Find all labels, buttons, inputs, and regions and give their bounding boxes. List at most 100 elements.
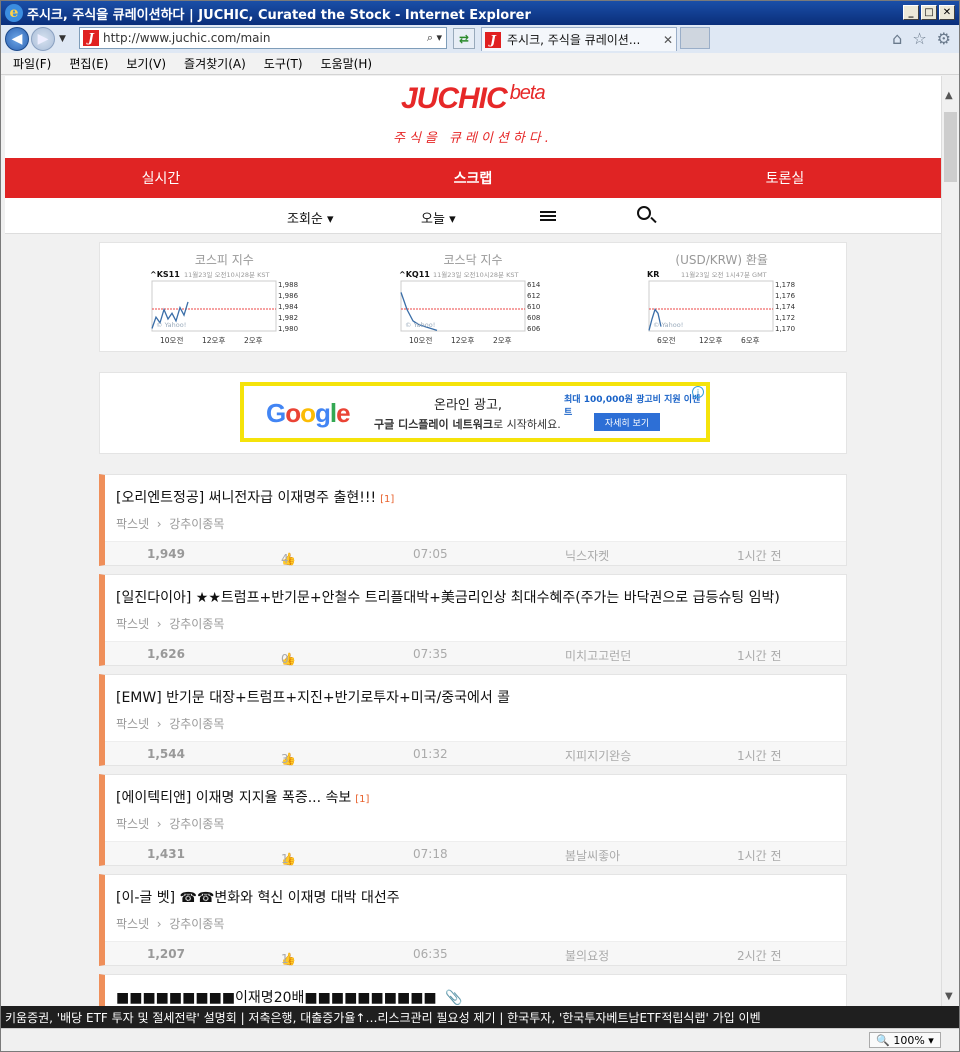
sort-dropdown[interactable]: 조회순 ▾ — [287, 208, 334, 227]
title-bar: e 주시크, 주식을 큐레이션하다 | JUCHIC, Curated the … — [1, 1, 959, 25]
market-x-tick: 10오전 — [160, 335, 183, 345]
market-stamp: 11월23일 오전10시28분 KST — [184, 270, 269, 279]
market-y-tick: 1,984 — [278, 303, 299, 311]
post-board[interactable]: 강추이종목 — [169, 817, 224, 831]
post-author[interactable]: 미치고고런던 — [565, 647, 631, 664]
post-source[interactable]: 팍스넷 — [116, 617, 149, 631]
address-bar[interactable]: J http://www.juchic.com/main ⌕ ▾ — [79, 27, 447, 49]
post-ago: 1시간 전 — [737, 849, 782, 863]
history-dropdown-icon[interactable]: ▼ — [59, 34, 66, 44]
zoom-icon: 🔍 — [876, 1033, 890, 1047]
post-title[interactable]: [일진다이아] ★★트럼프+반기문+안철수 트리플대박+美금리인상 최대수혜주(… — [116, 587, 784, 607]
search-icon[interactable] — [637, 206, 651, 220]
attachment-icon: 📎 — [445, 990, 463, 1006]
post-board[interactable]: 강추이종목 — [169, 517, 224, 531]
scrollbar-thumb[interactable] — [944, 112, 957, 182]
post-title[interactable]: [에이텍티앤] 이재명 지지율 폭증... 속보 [1] — [116, 787, 369, 807]
menu-edit[interactable]: 편집(E) — [69, 55, 108, 72]
close-button[interactable]: ✕ — [939, 5, 955, 20]
tab-label: 주시크, 주식을 큐레이션... — [507, 33, 641, 47]
favorites-star-icon[interactable]: ☆ — [912, 29, 926, 48]
post-views: 1,207 — [147, 947, 185, 961]
post-like-count: 0 — [281, 652, 289, 666]
ad-more-button[interactable]: 자세히 보기 — [594, 413, 660, 431]
post-card[interactable]: [EMW] 반기문 대장+트럼프+지진+반기로투자+미국/중국에서 콜 팍스넷 ›… — [99, 674, 847, 766]
nav-discussion[interactable]: 토론실 — [629, 158, 941, 198]
logo-text: JUCHIC — [401, 82, 508, 115]
post-title[interactable]: [오리엔트정공] 써니전자급 이재명주 출현!!! [1] — [116, 487, 394, 507]
scroll-down-icon[interactable]: ▼ — [945, 991, 953, 1002]
ad-info-icon[interactable]: i — [692, 386, 704, 398]
market-ticker: ^KS11 — [150, 270, 180, 279]
home-icon[interactable]: ⌂ — [892, 29, 902, 48]
post-card[interactable]: [이-글 벳] ☎☎변화와 혁신 이재명 대박 대선주팍스넷 › 강추이종목 1,… — [99, 874, 847, 966]
post-views: 1,626 — [147, 647, 185, 661]
post-source[interactable]: 팍스넷 — [116, 917, 149, 931]
post-title[interactable]: [이-글 벳] ☎☎변화와 혁신 이재명 대박 대선주 — [116, 887, 404, 907]
post-source[interactable]: 팍스넷 — [116, 717, 149, 731]
post-views: 1,544 — [147, 747, 185, 761]
minimize-button[interactable]: _ — [903, 5, 919, 20]
menu-file[interactable]: 파일(F) — [13, 55, 51, 72]
menu-view[interactable]: 보기(V) — [126, 55, 166, 72]
menu-favorites[interactable]: 즐겨찾기(A) — [184, 55, 246, 72]
post-board[interactable]: 강추이종목 — [169, 917, 224, 931]
ad-subline: 구글 디스플레이 네트워크로 시작하세요. — [374, 416, 561, 432]
tab-favicon-icon: J — [485, 31, 501, 48]
url-field[interactable]: http://www.juchic.com/main — [103, 31, 427, 45]
market-y-tick: 1,988 — [278, 281, 298, 289]
post-board[interactable]: 강추이종목 — [169, 617, 224, 631]
compatibility-refresh-button[interactable]: ⇄ — [453, 28, 475, 49]
ad-headline: 온라인 광고, — [434, 398, 503, 413]
sub-nav: 조회순 ▾ 오늘 ▾ — [5, 198, 941, 234]
post-title[interactable]: [EMW] 반기문 대장+트럼프+지진+반기로투자+미국/중국에서 콜 — [116, 687, 514, 707]
post-author[interactable]: 봄날씨좋아 — [565, 847, 620, 864]
tab-close-icon[interactable]: ✕ — [663, 33, 673, 47]
post-category: 팍스넷 › 강추이종목 — [116, 917, 225, 931]
post-source[interactable]: 팍스넷 — [116, 517, 149, 531]
market-y-tick: 606 — [527, 325, 541, 333]
market-chart[interactable]: 코스피 지수 ^KS11 11월23일 오전10시28분 KST © Yahoo! 1,… — [100, 243, 349, 351]
vertical-scrollbar[interactable]: ▲ ▼ — [941, 76, 959, 1006]
zoom-control[interactable]: 🔍 100% ▾ — [869, 1032, 941, 1048]
list-view-icon[interactable] — [540, 209, 556, 223]
period-dropdown[interactable]: 오늘 ▾ — [421, 208, 456, 227]
market-chart[interactable]: 코스닥 지수 ^KQ11 11월23일 오전10시28분 KST © Yahoo! 61… — [349, 243, 598, 351]
nav-scrap[interactable]: 스크랩 — [317, 158, 629, 198]
settings-gear-icon[interactable]: ⚙ — [937, 29, 951, 48]
forward-button[interactable]: ▶ — [31, 27, 55, 51]
market-chart[interactable]: (USD/KRW) 환율 KR 11월23일 오전 1시47분 GMT © Yahoo… — [597, 243, 846, 351]
post-ago: 2시간 전 — [737, 949, 782, 963]
post-category: 팍스넷 › 강추이종목 — [116, 517, 225, 531]
zoom-level: 100% — [893, 1033, 925, 1047]
news-ticker[interactable]: 키움증권, '배당 ETF 투자 및 절세전략' 설명회 | 저축은행, 대출증… — [1, 1006, 959, 1028]
maximize-button[interactable]: □ — [921, 5, 937, 20]
menu-tools[interactable]: 도구(T) — [264, 55, 303, 72]
menu-help[interactable]: 도움말(H) — [321, 55, 373, 72]
caret-down-icon: ▾ — [449, 212, 456, 227]
back-button[interactable]: ◀ — [5, 27, 29, 51]
nav-realtime[interactable]: 실시간 — [5, 158, 317, 198]
scroll-up-icon[interactable]: ▲ — [945, 90, 953, 101]
post-title[interactable]: ■■■■■■■■■이재명20배■■■■■■■■■■ 📎 — [116, 987, 463, 1006]
site-logo[interactable]: JUCHIC beta — [401, 82, 546, 116]
market-x-tick: 10오전 — [409, 335, 432, 345]
google-logo-letter: o — [300, 398, 316, 428]
post-author[interactable]: 닉스자켓 — [565, 547, 609, 564]
post-card[interactable]: [일진다이아] ★★트럼프+반기문+안철수 트리플대박+美금리인상 최대수혜주(… — [99, 574, 847, 666]
post-card[interactable]: ■■■■■■■■■이재명20배■■■■■■■■■■ 📎 — [99, 974, 847, 1006]
browser-tab[interactable]: J 주시크, 주식을 큐레이션... ✕ — [481, 27, 677, 51]
post-author[interactable]: 지피지기완승 — [565, 747, 631, 764]
post-author[interactable]: 불의요정 — [565, 947, 609, 964]
post-card[interactable]: [에이텍티앤] 이재명 지지율 폭증... 속보 [1] 팍스넷 › 강추이종목 1,… — [99, 774, 847, 866]
post-time: 07:18 — [413, 847, 448, 861]
post-board[interactable]: 강추이종목 — [169, 717, 224, 731]
post-card[interactable]: [오리엔트정공] 써니전자급 이재명주 출현!!! [1] 팍스넷 › 강추이종목 1… — [99, 474, 847, 566]
google-logo-letter: g — [315, 398, 331, 428]
search-dropdown-icon[interactable]: ⌕ ▾ — [427, 31, 446, 45]
post-time: 06:35 — [413, 947, 448, 961]
new-tab-button[interactable] — [680, 27, 710, 49]
post-ago: 1시간 전 — [737, 549, 782, 563]
post-source[interactable]: 팍스넷 — [116, 817, 149, 831]
google-ad[interactable]: Google 온라인 광고, 구글 디스플레이 네트워크로 시작하세요. 최대 … — [240, 382, 710, 442]
